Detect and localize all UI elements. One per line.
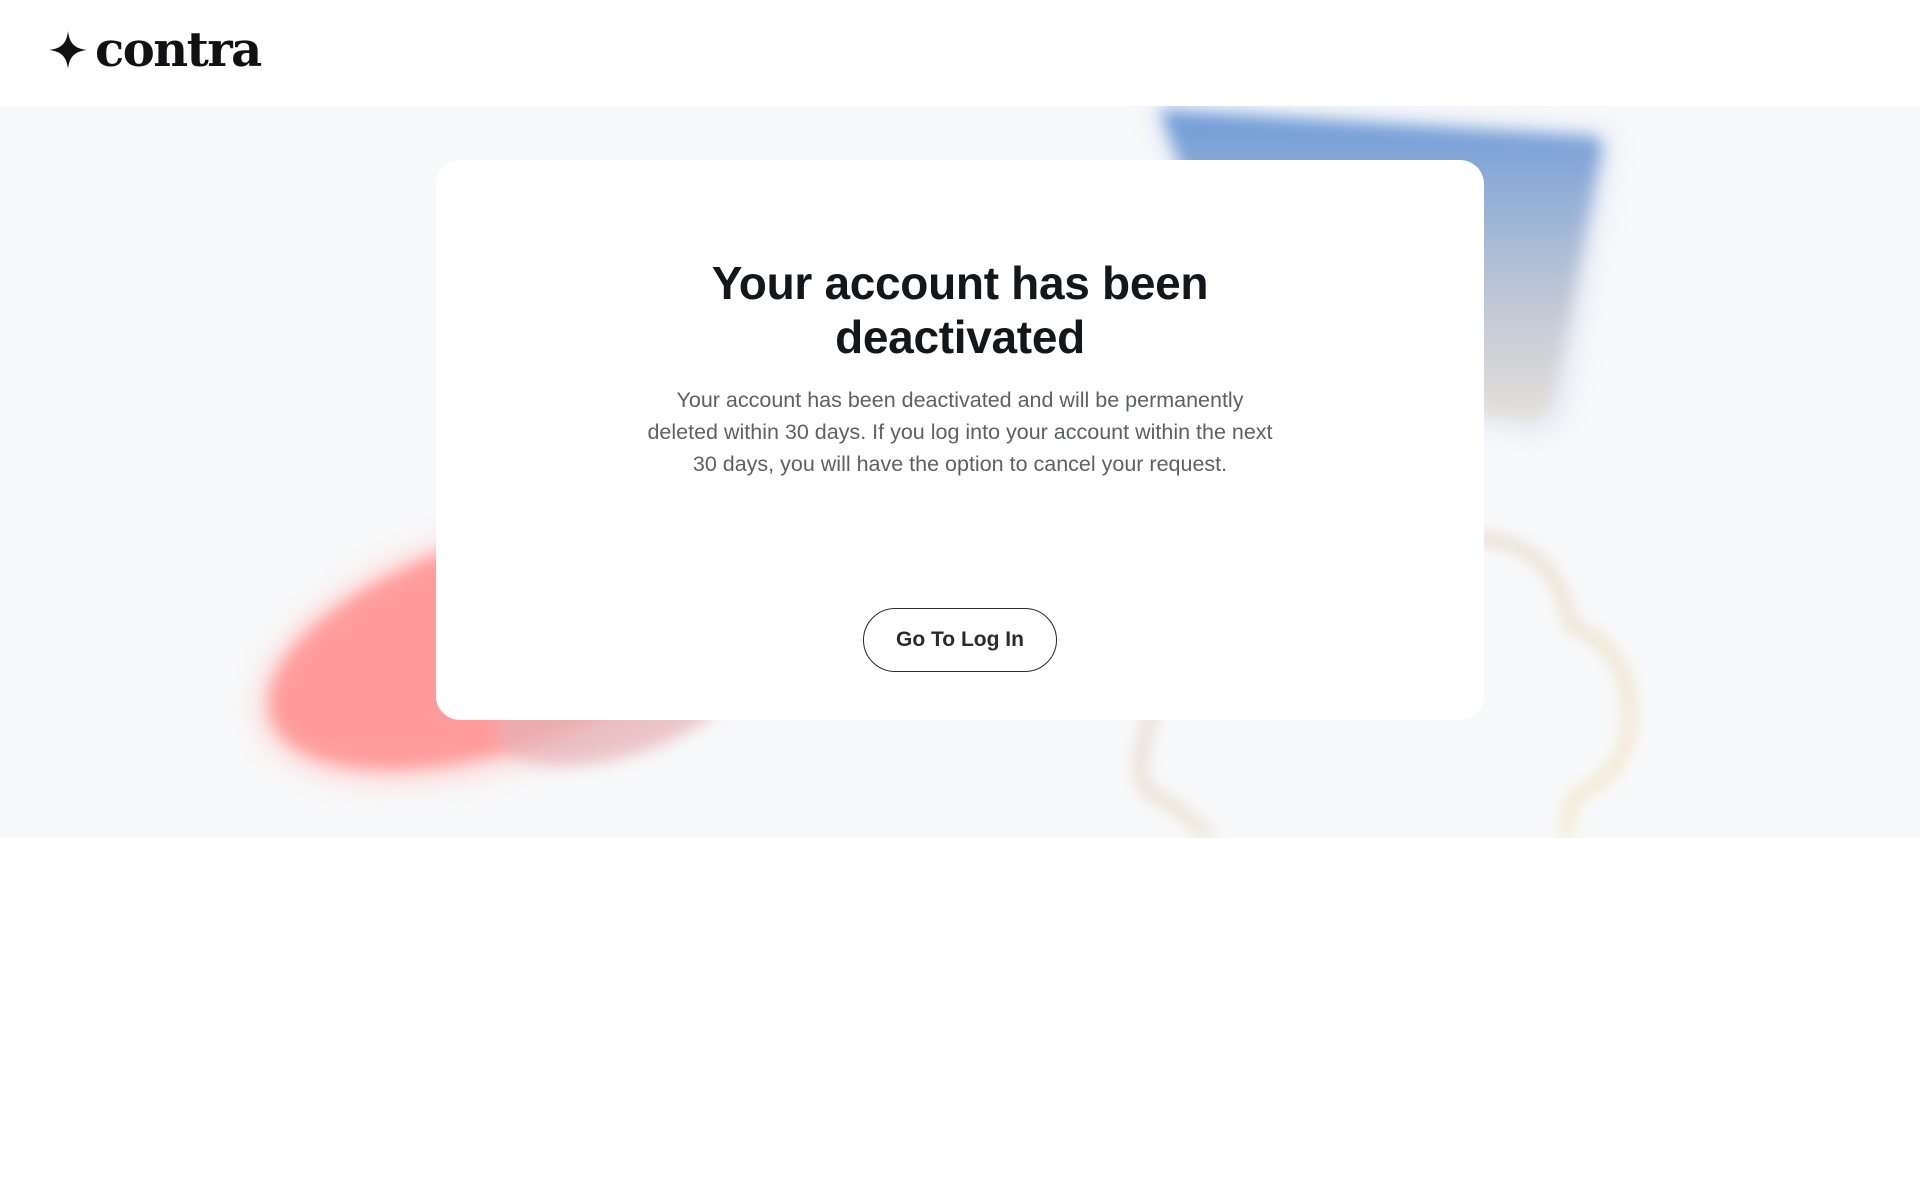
message-line: 30 days, you will have the option to can… xyxy=(692,452,1228,476)
title-line: Your account has been xyxy=(711,257,1209,309)
four-point-star-icon xyxy=(49,31,87,69)
top-header: contra xyxy=(0,0,1920,106)
hero-section: Your account has been deactivated Your a… xyxy=(0,106,1920,838)
title-line: deactivated xyxy=(835,311,1085,363)
deactivation-card: Your account has been deactivated Your a… xyxy=(436,160,1484,720)
deactivation-message: Your account has been deactivated and wi… xyxy=(610,384,1310,480)
contra-logo-link[interactable]: contra xyxy=(49,22,262,78)
message-line: deleted within 30 days. If you log into … xyxy=(647,420,1273,444)
message-line: Your account has been deactivated and wi… xyxy=(676,388,1244,412)
page-title: Your account has been deactivated xyxy=(436,256,1484,364)
go-to-log-in-button[interactable]: Go To Log In xyxy=(863,608,1057,672)
logo-wordmark: contra xyxy=(95,22,262,78)
